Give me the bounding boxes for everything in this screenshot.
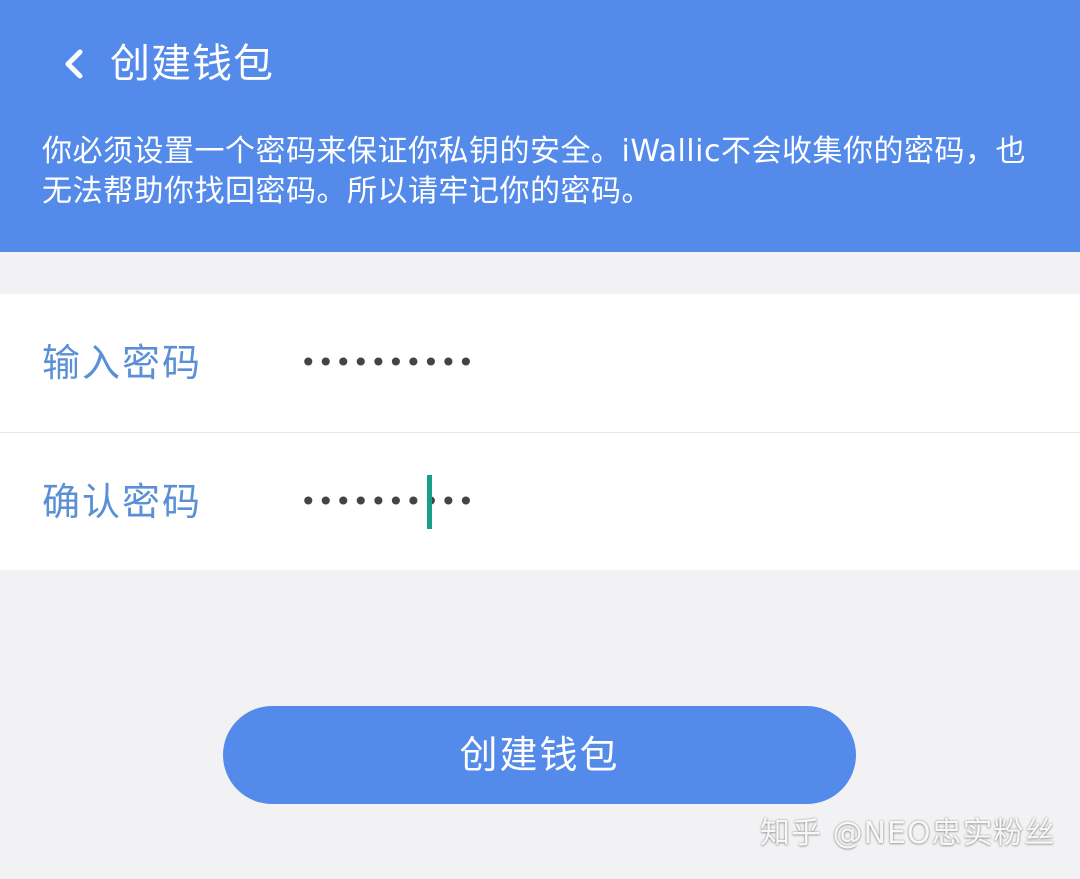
password-notice: 你必须设置一个密码来保证你私钥的安全。iWallic不会收集你的密码，也无法帮助… (42, 134, 1026, 209)
create-wallet-button[interactable]: 创建钱包 (223, 706, 856, 804)
header: 创建钱包 你必须设置一个密码来保证你私钥的安全。iWallic不会收集你的密码，… (0, 0, 1080, 252)
password-form: 输入密码 •••••••••• 确认密码 •••••••••• (0, 294, 1080, 570)
confirm-password-input[interactable]: •••••••••• (300, 433, 475, 571)
password-input[interactable]: •••••••••• (300, 294, 475, 432)
chevron-left-icon[interactable] (58, 44, 94, 84)
watermark: 知乎 @NEO忠实粉丝 (760, 816, 1056, 851)
confirm-password-label: 确认密码 (42, 480, 203, 524)
text-caret (427, 475, 432, 529)
password-label: 输入密码 (42, 341, 203, 385)
password-row[interactable]: 输入密码 •••••••••• (0, 294, 1080, 432)
confirm-password-row[interactable]: 确认密码 •••••••••• (0, 433, 1080, 571)
page-title: 创建钱包 (110, 41, 274, 87)
